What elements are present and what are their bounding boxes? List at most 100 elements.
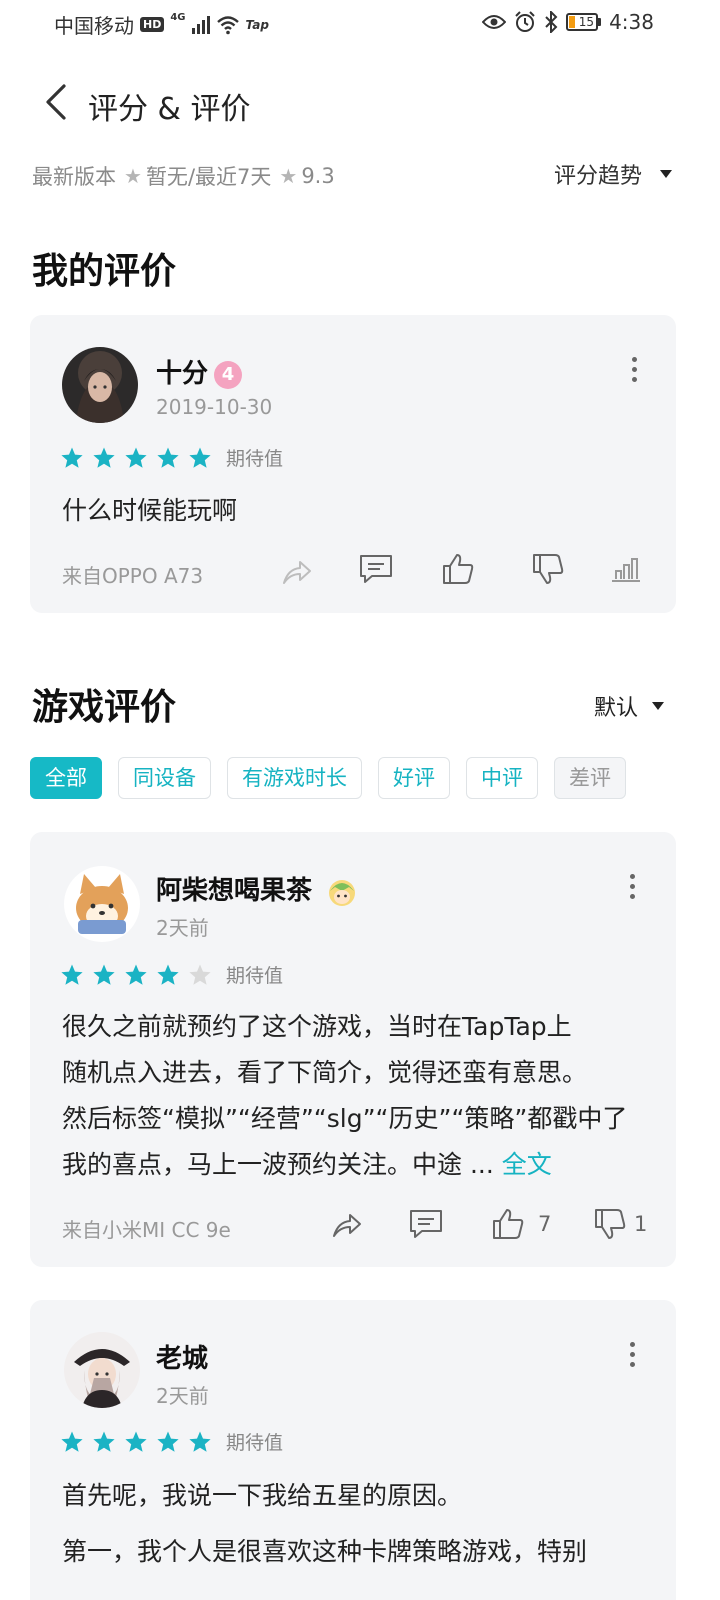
star-empty-icon: [189, 964, 211, 985]
star-filled-icon: [157, 964, 179, 985]
share-button[interactable]: [278, 553, 314, 589]
status-bar: 中国移动 HD 4G Tap 15 4:38: [0, 0, 720, 48]
caret-down-icon: [652, 702, 664, 710]
rating-trend-dropdown[interactable]: 评分趋势: [554, 158, 672, 190]
username[interactable]: 阿柴想喝果茶: [156, 870, 359, 909]
page-title: 评分 & 评价: [88, 92, 251, 127]
comment-button[interactable]: [358, 551, 394, 587]
device-info: 来自OPPO A73: [62, 564, 204, 588]
status-right: 15 4:38: [482, 10, 654, 34]
read-more-link[interactable]: 全文: [502, 1150, 552, 1179]
sort-dropdown[interactable]: 默认: [594, 690, 664, 722]
star-rating-label: 期待值: [226, 965, 284, 987]
filter-same-device[interactable]: 同设备: [118, 757, 211, 799]
dislike-count: 1: [634, 1212, 648, 1236]
rating-summary: 最新版本 ★ 暂无 /最近7天 ★ 9.3 评分趋势: [32, 158, 672, 194]
comment-icon: [360, 555, 392, 583]
star-filled-icon: [157, 1431, 179, 1452]
rating-stars: 期待值: [60, 1428, 283, 1455]
thumbs-down-icon: [595, 1209, 626, 1239]
username-text: 阿柴想喝果茶: [156, 876, 313, 906]
battery-level: 15: [578, 15, 595, 29]
dislike-button[interactable]: 1: [592, 1206, 647, 1242]
bluetooth-icon: [545, 11, 558, 33]
comment-icon: [410, 1210, 442, 1238]
star-filled-icon: [61, 964, 83, 985]
thumbs-up-icon: [493, 1209, 524, 1239]
dislike-button[interactable]: [530, 551, 566, 587]
device-info: 来自小米MI CC 9e: [62, 1218, 231, 1242]
level-badge: 4: [214, 360, 243, 389]
review-card: 阿柴想喝果茶 2天前 期待值 很久之前就预约了这个游戏，当时在TapTap上 随…: [30, 832, 676, 1267]
wifi-icon: [216, 15, 239, 34]
recent-label: /最近7天: [187, 165, 272, 189]
like-count: 7: [538, 1212, 552, 1236]
rating-stars: 期待值: [60, 444, 283, 471]
review-line: 很久之前就预约了这个游戏，当时在TapTap上: [62, 1012, 572, 1041]
username[interactable]: 老城: [156, 1338, 208, 1375]
review-line: 首先呢，我说一下我给五星的原因。: [62, 1481, 463, 1510]
star-filled-icon: [157, 447, 179, 468]
star-icon: ★: [279, 164, 298, 188]
eye-icon: [482, 15, 507, 29]
filter-positive[interactable]: 好评: [378, 757, 450, 799]
latest-version-label: 最新版本: [32, 165, 116, 189]
network-type: 4G: [170, 12, 186, 23]
like-button[interactable]: 7: [490, 1206, 551, 1242]
star-filled-icon: [125, 447, 147, 468]
review-line: 第一，我个人是很喜欢这种卡牌策略游戏，特别: [62, 1537, 588, 1566]
signal-icon: [191, 15, 210, 34]
star-filled-icon: [93, 447, 115, 468]
status-left: 中国移动 HD 4G Tap: [54, 10, 269, 39]
review-card: 老城 2天前 期待值 首先呢，我说一下我给五星的原因。 第一，我个人是很喜欢这种…: [30, 1300, 676, 1600]
review-text: 首先呢，我说一下我给五星的原因。 第一，我个人是很喜欢这种卡牌策略游戏，特别: [62, 1472, 587, 1576]
recent-score: 9.3: [301, 164, 335, 188]
review-line-last: 我的喜点，马上一波预约关注。中途 ... 全文: [62, 1142, 627, 1188]
filter-negative[interactable]: 差评: [554, 757, 626, 799]
review-time: 2天前: [156, 916, 209, 940]
latest-version-score: 暂无: [145, 165, 188, 189]
star-filled-icon: [125, 1431, 147, 1452]
star-filled-icon: [61, 1431, 83, 1452]
avatar[interactable]: [64, 866, 140, 942]
star-icon: ★: [124, 164, 142, 188]
star-filled-icon: [93, 1431, 115, 1452]
back-button[interactable]: [36, 80, 76, 124]
review-line: 然后标签“模拟”“经营”“slg”“历史”“策略”都戳中了: [62, 1104, 628, 1133]
user-badge-icon: [329, 879, 356, 906]
carrier-name: 中国移动: [54, 14, 134, 38]
more-options-icon[interactable]: [620, 1336, 644, 1372]
like-button[interactable]: [440, 551, 476, 587]
star-rating-label: 期待值: [226, 448, 284, 470]
filter-all[interactable]: 全部: [30, 757, 102, 799]
share-icon: [283, 561, 311, 584]
review-line: 我的喜点，马上一波预约关注。中途 ...: [62, 1150, 494, 1179]
stats-button[interactable]: [608, 551, 644, 587]
chevron-left-icon: [46, 84, 66, 120]
my-review-title: 我的评价: [32, 251, 177, 292]
username[interactable]: 十分 4: [156, 353, 243, 390]
avatar[interactable]: [64, 1332, 140, 1408]
rating-stars: 期待值: [60, 961, 283, 988]
avatar[interactable]: [62, 347, 138, 423]
more-options-icon[interactable]: [622, 351, 646, 387]
game-reviews-title: 游戏评价: [32, 687, 177, 728]
filter-has-playtime[interactable]: 有游戏时长: [227, 757, 362, 799]
comment-button[interactable]: [408, 1206, 444, 1242]
review-filters: 全部 同设备 有游戏时长 好评 中评 差评: [30, 757, 626, 799]
thumbs-down-icon: [533, 554, 564, 584]
my-review-card: 十分 4 2019-10-30 期待值 什么时候能玩啊 来自OPPO A73: [30, 315, 676, 613]
alarm-icon: [515, 11, 535, 32]
filter-neutral[interactable]: 中评: [466, 757, 538, 799]
review-text: 很久之前就预约了这个游戏，当时在TapTap上 随机点入进去，看了下简介，觉得还…: [62, 1004, 627, 1188]
app-header: 评分 & 评价: [0, 72, 720, 136]
review-line: 随机点入进去，看了下简介，觉得还蛮有意思。: [62, 1058, 588, 1087]
more-options-icon[interactable]: [620, 868, 644, 904]
share-button[interactable]: [328, 1206, 364, 1242]
review-date: 2019-10-30: [156, 395, 273, 419]
bar-chart-icon: [612, 558, 640, 582]
clock: 4:38: [609, 10, 654, 34]
sort-label: 默认: [593, 696, 638, 721]
hd-icon: HD: [140, 17, 165, 32]
username-text: 十分: [156, 359, 209, 389]
